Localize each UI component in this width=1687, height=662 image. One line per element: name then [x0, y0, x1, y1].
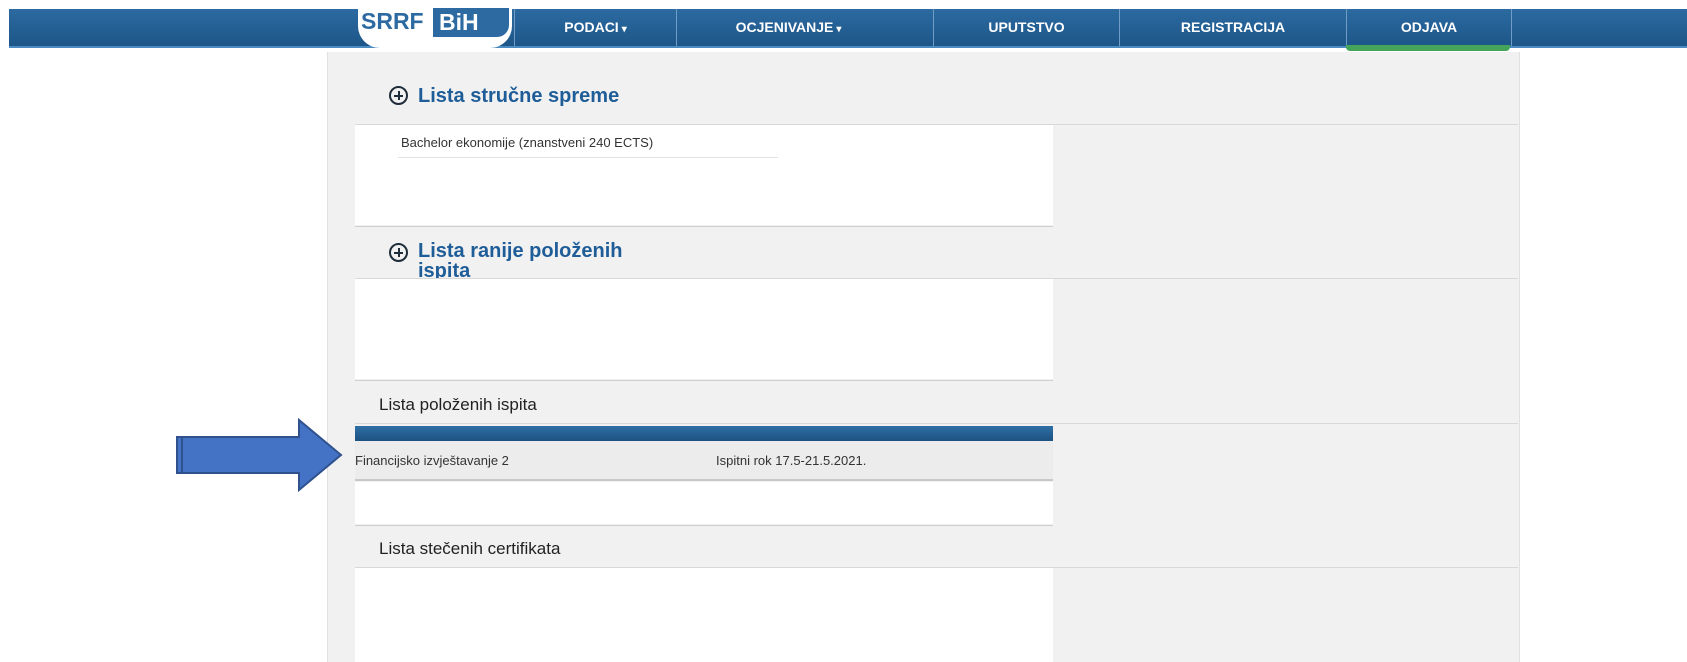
certificates-panel [355, 568, 1053, 662]
divider [355, 525, 1053, 526]
nav-odjava[interactable]: ODJAVA [1346, 9, 1512, 46]
nav-registracija-label: REGISTRACIJA [1180, 19, 1286, 35]
list-item: Bachelor ekonomije (znanstveni 240 ECTS) [401, 135, 654, 150]
logo-text: SRRF [361, 8, 424, 34]
nav-registracija[interactable]: REGISTRACIJA [1119, 9, 1346, 46]
logo-badge: BiH [433, 8, 509, 37]
nav-uputstvo-label: UPUTSTVO [988, 19, 1065, 35]
previous-exams-panel [355, 279, 1053, 379]
divider [355, 380, 1053, 381]
caret-down-icon: ▾ [621, 24, 627, 35]
nav-uputstvo[interactable]: UPUTSTVO [933, 9, 1119, 46]
exam-subject: Financijsko izvještavanje 2 [355, 453, 509, 468]
nav-ocjenivanje-label: OCJENIVANJE [735, 19, 834, 35]
nav-podaci[interactable]: PODACI ▾ [514, 9, 676, 46]
divider [355, 423, 1518, 424]
active-nav-indicator [1346, 45, 1510, 51]
caret-down-icon: ▾ [836, 24, 842, 35]
exam-term: Ispitni rok 17.5-21.5.2021. [716, 453, 867, 468]
plus-circle-icon[interactable] [389, 243, 408, 262]
passed-exams-panel [355, 482, 1053, 524]
nav-ocjenivanje[interactable]: OCJENIVANJE ▾ [676, 9, 900, 46]
plus-circle-icon[interactable] [389, 86, 408, 105]
section-title-qualifications[interactable]: Lista stručne spreme [418, 85, 619, 107]
section-title-previous-exams[interactable]: Lista ranije položenih [418, 240, 622, 262]
section-title-certificates: Lista stečenih certifikata [379, 539, 561, 558]
table-header-bar [355, 426, 1053, 441]
nav-odjava-label: ODJAVA [1400, 19, 1458, 35]
section-title-passed-exams: Lista položenih ispita [379, 395, 537, 414]
divider [398, 157, 778, 158]
nav-podaci-label: PODACI [564, 19, 619, 35]
divider [355, 226, 1053, 227]
right-arrow-icon [176, 418, 343, 492]
